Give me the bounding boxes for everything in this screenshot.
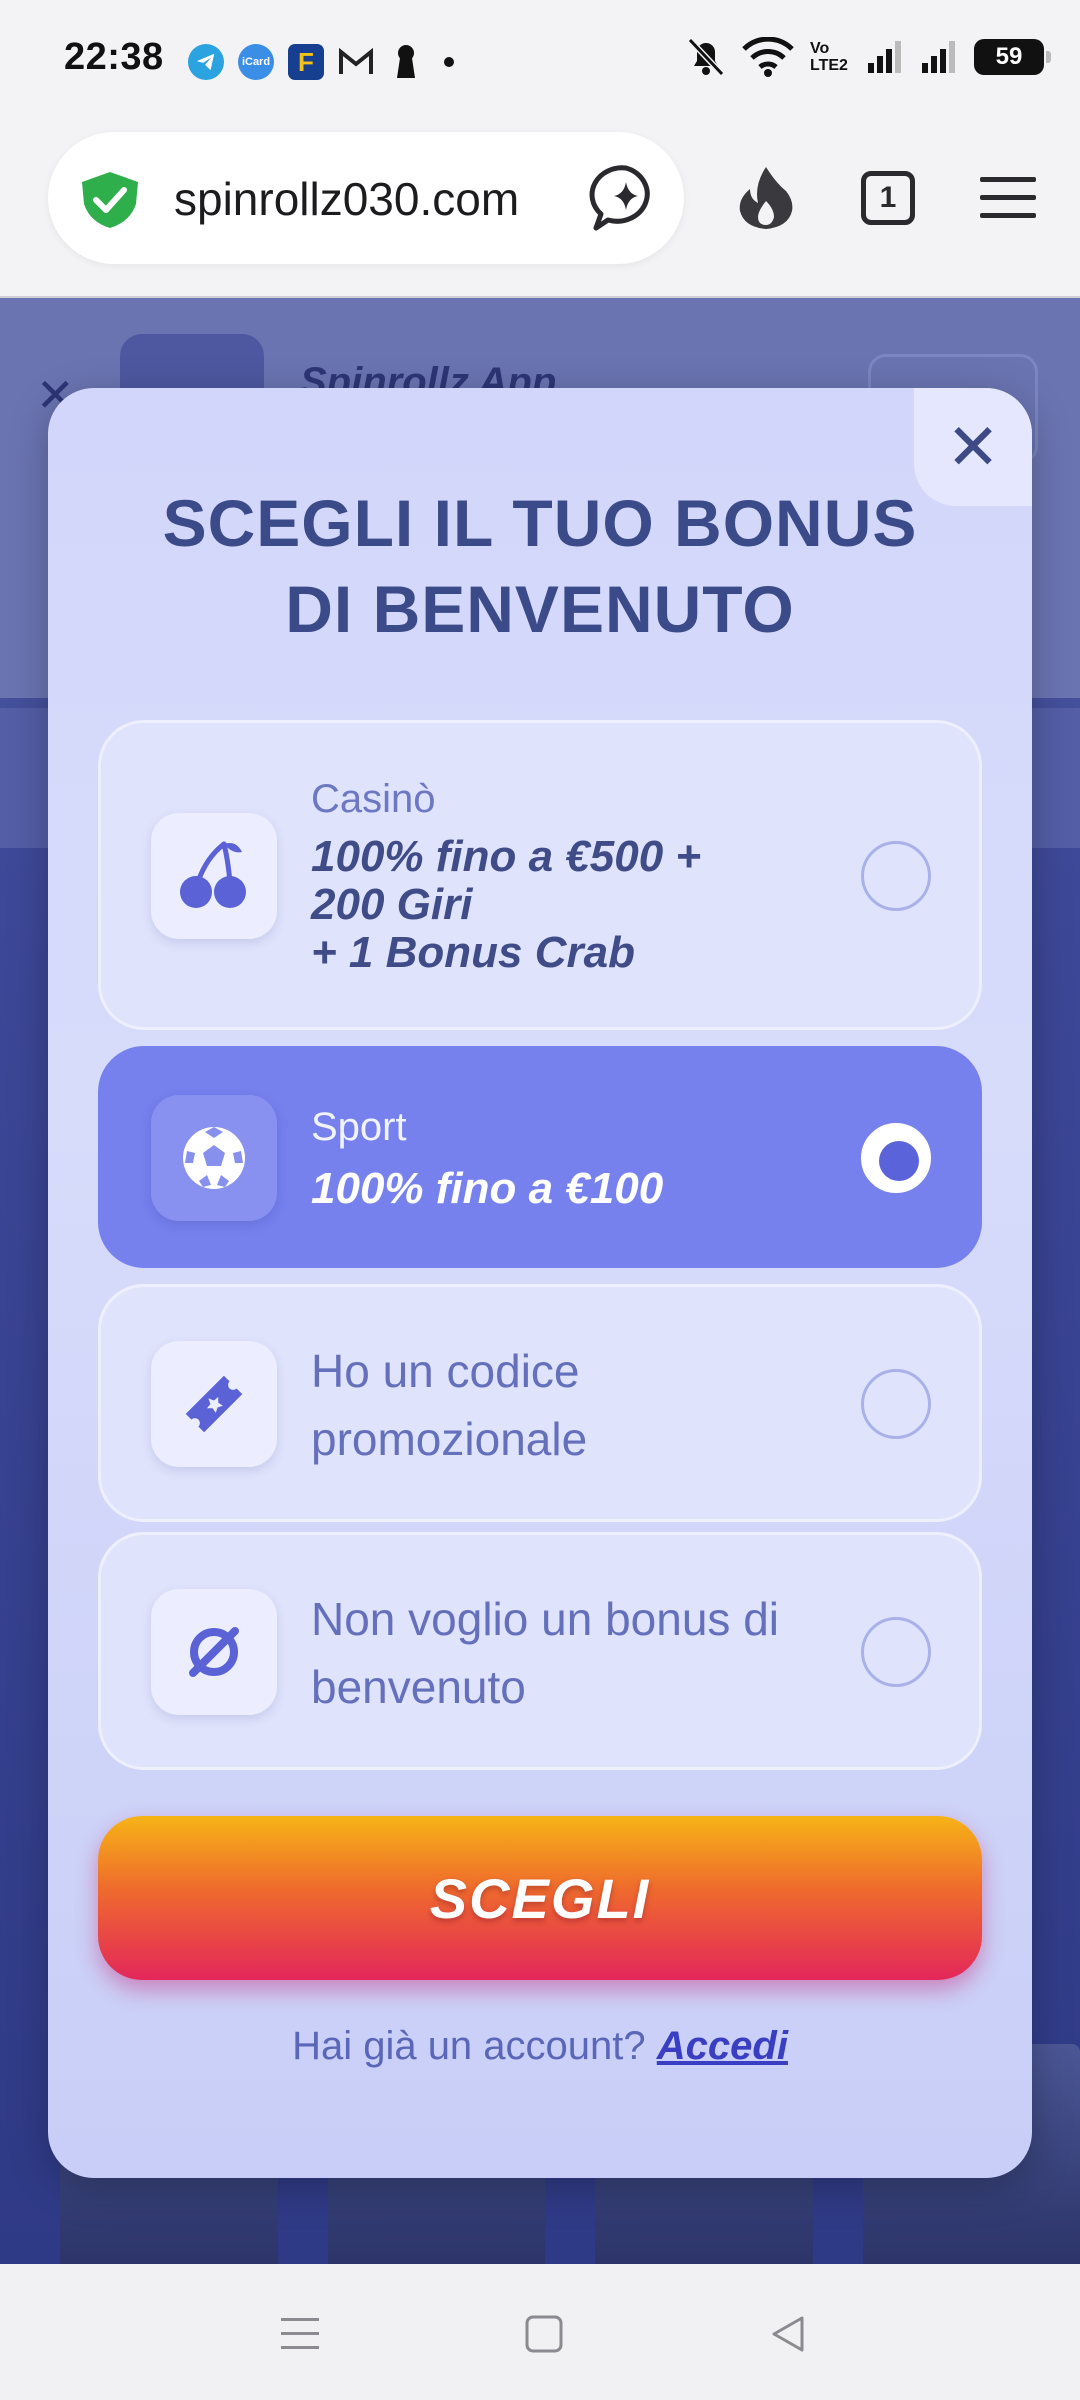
url-text: spinrollz030.com — [174, 173, 520, 225]
status-time: 22:38 — [64, 36, 164, 78]
ai-assistant-icon[interactable] — [588, 162, 664, 234]
no-symbol-icon — [151, 1589, 277, 1715]
icard-icon: iCard — [238, 44, 274, 80]
telegram-icon — [188, 44, 224, 80]
login-prompt: Hai già un account? Accedi — [48, 2024, 1032, 2069]
desc-line: 200 Giri — [311, 880, 473, 929]
title-line-2: DI BENVENUTO — [285, 572, 795, 646]
title-line-1: SCEGLI IL TUO BONUS — [162, 486, 918, 560]
hamburger-menu-icon — [980, 177, 1036, 218]
signal-1-icon — [868, 41, 901, 73]
close-icon: ✕ — [946, 411, 1000, 483]
recents-button[interactable] — [270, 2304, 330, 2364]
bell-muted-icon — [687, 37, 725, 77]
option-label: Casinò — [311, 777, 436, 821]
wifi-icon — [742, 37, 794, 77]
radio-no-bonus[interactable] — [861, 1617, 931, 1687]
home-button[interactable] — [514, 2304, 574, 2364]
soccer-ball-icon — [151, 1095, 277, 1221]
home-icon — [525, 2315, 563, 2353]
back-button[interactable] — [758, 2304, 818, 2364]
option-text: Ho un codice promozionale — [311, 1337, 871, 1473]
signal-2-icon — [922, 41, 955, 73]
status-bar: 22:38 iCard F Vo LTE2 59 — [0, 0, 1080, 120]
battery-indicator: 59 — [974, 39, 1051, 75]
recents-icon — [281, 2318, 319, 2349]
option-no-bonus[interactable]: Non voglio un bonus di benvenuto — [98, 1532, 982, 1770]
option-description: 100% fino a €100 — [311, 1164, 664, 1213]
login-link[interactable]: Accedi — [657, 2024, 788, 2068]
choose-button[interactable]: SCEGLI — [98, 1816, 982, 1980]
flame-button[interactable] — [728, 160, 804, 236]
more-notifications-dot — [444, 57, 454, 67]
text-line: benvenuto — [311, 1661, 526, 1713]
system-navigation-bar — [0, 2264, 1080, 2400]
modal-title: SCEGLI IL TUO BONUS DI BENVENUTO — [138, 480, 942, 652]
browser-toolbar: spinrollz030.com 1 — [0, 120, 1080, 298]
volte-label: Vo LTE2 — [810, 40, 848, 74]
option-description: 100% fino a €500 + 200 Giri + 1 Bonus Cr… — [311, 833, 701, 977]
f-app-icon: F — [288, 44, 324, 80]
ticket-icon — [151, 1341, 277, 1467]
secure-shield-icon — [82, 172, 138, 228]
gmail-icon — [338, 44, 374, 80]
back-icon — [772, 2316, 804, 2352]
radio-sport[interactable] — [861, 1123, 931, 1193]
cherries-icon — [151, 813, 277, 939]
tabs-button[interactable]: 1 — [850, 160, 926, 236]
login-prompt-text: Hai già un account? — [292, 2024, 646, 2068]
choose-button-label: SCEGLI — [429, 1866, 651, 1930]
radio-casino[interactable] — [861, 841, 931, 911]
tab-count: 1 — [861, 171, 915, 225]
option-sport[interactable]: Sport 100% fino a €100 — [98, 1046, 982, 1268]
notification-icons: iCard F — [188, 44, 454, 80]
option-casino[interactable]: Casinò 100% fino a €500 + 200 Giri + 1 B… — [98, 720, 982, 1030]
system-icons: Vo LTE2 59 — [686, 36, 1051, 78]
option-promo-code[interactable]: Ho un codice promozionale — [98, 1284, 982, 1522]
desc-line: 100% fino a €500 + — [311, 832, 702, 881]
text-line: promozionale — [311, 1413, 588, 1465]
text-line: Non voglio un bonus di — [311, 1593, 779, 1645]
flame-icon — [739, 167, 793, 229]
keyhole-icon — [388, 44, 424, 80]
option-label: Sport — [311, 1105, 407, 1149]
address-bar[interactable]: spinrollz030.com — [48, 132, 684, 264]
menu-button[interactable] — [970, 160, 1046, 236]
option-text: Non voglio un bonus di benvenuto — [311, 1585, 871, 1721]
text-line: Ho un codice — [311, 1345, 580, 1397]
desc-line: + 1 Bonus Crab — [311, 928, 635, 977]
welcome-bonus-modal: ✕ SCEGLI IL TUO BONUS DI BENVENUTO Casin… — [48, 388, 1032, 2178]
radio-promo-code[interactable] — [861, 1369, 931, 1439]
